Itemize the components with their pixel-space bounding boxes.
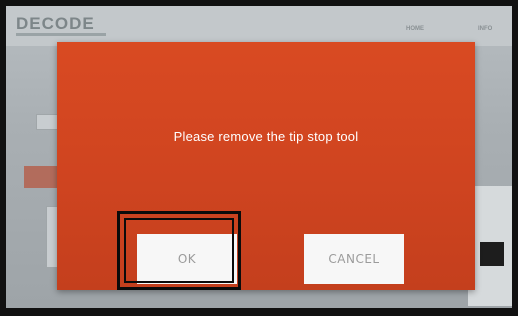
alert-dialog: Please remove the tip stop tool OK CANCE… (57, 42, 475, 290)
app-header: DECODE HOME INFO (6, 6, 512, 46)
dialog-message: Please remove the tip stop tool (173, 129, 359, 144)
background-button (24, 166, 58, 188)
background-dark-square (480, 242, 504, 266)
app-logo-subtitle-bar (16, 33, 106, 36)
app-logo: DECODE (16, 14, 95, 33)
nav-info[interactable]: INFO (478, 26, 492, 32)
device-frame: DECODE HOME INFO Please remove the tip s… (0, 0, 518, 316)
nav-home[interactable]: HOME (406, 26, 424, 32)
cancel-button[interactable]: CANCEL (304, 234, 404, 284)
touch-screen: DECODE HOME INFO Please remove the tip s… (6, 6, 512, 308)
ok-button[interactable]: OK (137, 234, 237, 284)
